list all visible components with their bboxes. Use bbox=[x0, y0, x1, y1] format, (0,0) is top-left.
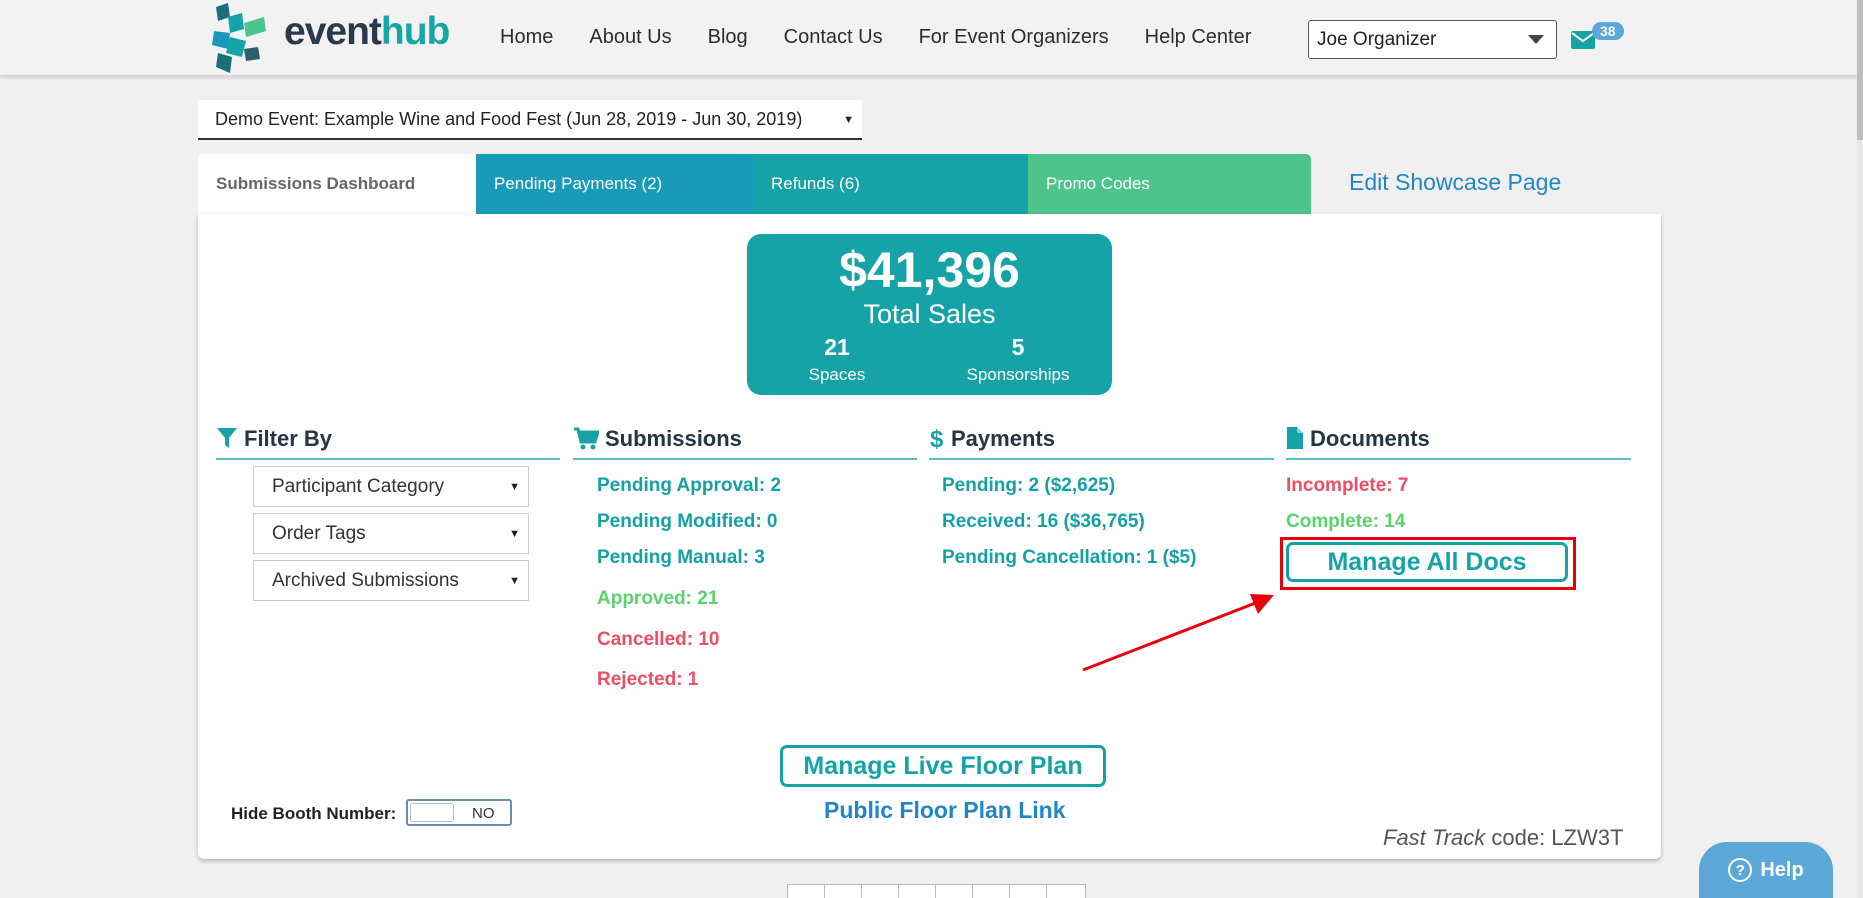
toggle-knob bbox=[410, 803, 454, 822]
payments-heading: $ Payments bbox=[929, 426, 1274, 460]
page-button[interactable] bbox=[936, 885, 973, 898]
documents-heading: Documents bbox=[1286, 426, 1631, 460]
fast-track-label: Fast Track bbox=[1383, 825, 1486, 850]
event-select-value: Demo Event: Example Wine and Food Fest (… bbox=[215, 109, 803, 129]
sponsorships-label: Sponsorships bbox=[966, 365, 1070, 384]
user-name: Joe Organizer bbox=[1317, 29, 1437, 50]
nav-blog[interactable]: Blog bbox=[708, 26, 748, 49]
mail-count-badge: 38 bbox=[1592, 22, 1624, 40]
scrollbar-thumb[interactable] bbox=[1857, 0, 1863, 140]
document-icon bbox=[1286, 426, 1304, 450]
filter-by-title: Filter By bbox=[244, 426, 333, 451]
chevron-down-icon bbox=[1528, 35, 1544, 44]
order-tags-select[interactable]: Order Tags ▼ bbox=[253, 513, 529, 554]
caret-down-icon: ▼ bbox=[509, 575, 520, 587]
svg-text:$: $ bbox=[930, 426, 944, 452]
submissions-title: Submissions bbox=[605, 426, 742, 451]
sponsorships-stat: 5 Sponsorships bbox=[938, 334, 1098, 385]
nav-about-us[interactable]: About Us bbox=[589, 26, 671, 49]
cancelled-link[interactable]: Cancelled: 10 bbox=[597, 629, 720, 651]
sponsorships-count: 5 bbox=[1011, 334, 1025, 360]
spaces-count: 21 bbox=[824, 334, 850, 360]
tab-promo-codes[interactable]: Promo Codes bbox=[1028, 154, 1311, 214]
manage-live-floor-plan-button[interactable]: Manage Live Floor Plan bbox=[780, 745, 1106, 787]
pending-approval-link[interactable]: Pending Approval: 2 bbox=[597, 475, 781, 497]
tab-refunds[interactable]: Refunds (6) bbox=[753, 154, 1028, 214]
documents-title: Documents bbox=[1310, 426, 1430, 451]
eventhub-logo-icon bbox=[212, 3, 266, 73]
participant-category-value: Participant Category bbox=[272, 476, 445, 497]
event-select[interactable]: Demo Event: Example Wine and Food Fest (… bbox=[198, 100, 862, 140]
total-sales-card: $41,396 Total Sales 21 Spaces 5 Sponsors… bbox=[747, 234, 1112, 395]
edit-showcase-link[interactable]: Edit Showcase Page bbox=[1349, 169, 1561, 196]
tab-submissions-dashboard[interactable]: Submissions Dashboard bbox=[198, 154, 476, 214]
help-button-label: Help bbox=[1760, 858, 1804, 881]
fast-track-value: code: LZW3T bbox=[1485, 825, 1624, 850]
page-button[interactable] bbox=[899, 885, 936, 898]
shopping-cart-icon bbox=[573, 426, 599, 450]
caret-down-icon: ▼ bbox=[509, 528, 520, 540]
participant-category-select[interactable]: Participant Category ▼ bbox=[253, 466, 529, 507]
page-button[interactable] bbox=[973, 885, 1010, 898]
nav-contact-us[interactable]: Contact Us bbox=[784, 26, 883, 49]
hide-booth-number-toggle[interactable]: NO bbox=[406, 799, 512, 826]
filter-by-heading: Filter By bbox=[216, 426, 560, 460]
hide-booth-number-label: Hide Booth Number: bbox=[231, 804, 397, 823]
payments-title: Payments bbox=[951, 426, 1055, 451]
filter-icon bbox=[216, 426, 238, 450]
spaces-stat: 21 Spaces bbox=[757, 334, 917, 385]
caret-down-icon: ▼ bbox=[843, 114, 854, 126]
toggle-state: NO bbox=[472, 805, 495, 822]
question-circle-icon: ? bbox=[1728, 858, 1753, 882]
order-tags-value: Order Tags bbox=[272, 523, 366, 544]
submissions-heading: Submissions bbox=[573, 426, 917, 460]
page-button[interactable] bbox=[825, 885, 862, 898]
eventhub-logo[interactable]: eventhub bbox=[208, 0, 450, 76]
page-button[interactable] bbox=[1010, 885, 1047, 898]
page-button[interactable] bbox=[862, 885, 899, 898]
user-dropdown[interactable]: Joe Organizer bbox=[1308, 20, 1557, 59]
payments-pending-link[interactable]: Pending: 2 ($2,625) bbox=[942, 475, 1115, 497]
documents-incomplete-link[interactable]: Incomplete: 7 bbox=[1286, 475, 1408, 497]
pending-modified-link[interactable]: Pending Modified: 0 bbox=[597, 511, 778, 533]
rejected-link[interactable]: Rejected: 1 bbox=[597, 669, 698, 691]
total-sales-amount: $41,396 bbox=[839, 242, 1020, 298]
annotation-arrow-icon bbox=[1082, 594, 1274, 672]
approved-link[interactable]: Approved: 21 bbox=[597, 588, 718, 610]
logo-wordmark: eventhub bbox=[284, 10, 450, 53]
payments-pending-cancellation-link[interactable]: Pending Cancellation: 1 ($5) bbox=[942, 547, 1196, 569]
top-navbar: eventhub Home About Us Blog Contact Us F… bbox=[0, 0, 1863, 76]
total-sales-label: Total Sales bbox=[863, 299, 996, 329]
spaces-label: Spaces bbox=[808, 365, 866, 384]
public-floor-plan-link[interactable]: Public Floor Plan Link bbox=[824, 797, 1066, 824]
archived-submissions-value: Archived Submissions bbox=[272, 570, 459, 591]
tab-pending-payments[interactable]: Pending Payments (2) bbox=[476, 154, 753, 214]
payments-received-link[interactable]: Received: 16 ($36,765) bbox=[942, 511, 1145, 533]
nav-home[interactable]: Home bbox=[500, 26, 553, 49]
nav-help-center[interactable]: Help Center bbox=[1145, 26, 1252, 49]
page-scrollbar[interactable] bbox=[1857, 0, 1863, 898]
fast-track-code: Fast Track code: LZW3T bbox=[1383, 825, 1623, 851]
page-button[interactable] bbox=[788, 885, 825, 898]
caret-down-icon: ▼ bbox=[509, 481, 520, 493]
annotation-highlight-box bbox=[1280, 537, 1576, 590]
nav-for-event-organizers[interactable]: For Event Organizers bbox=[919, 26, 1109, 49]
archived-submissions-select[interactable]: Archived Submissions ▼ bbox=[253, 560, 529, 601]
pagination[interactable] bbox=[787, 884, 1086, 898]
dollar-icon: $ bbox=[929, 426, 945, 452]
main-nav: Home About Us Blog Contact Us For Event … bbox=[500, 26, 1287, 49]
pending-manual-link[interactable]: Pending Manual: 3 bbox=[597, 547, 765, 569]
help-button[interactable]: ? Help bbox=[1699, 842, 1833, 898]
documents-complete-link[interactable]: Complete: 14 bbox=[1286, 511, 1405, 533]
